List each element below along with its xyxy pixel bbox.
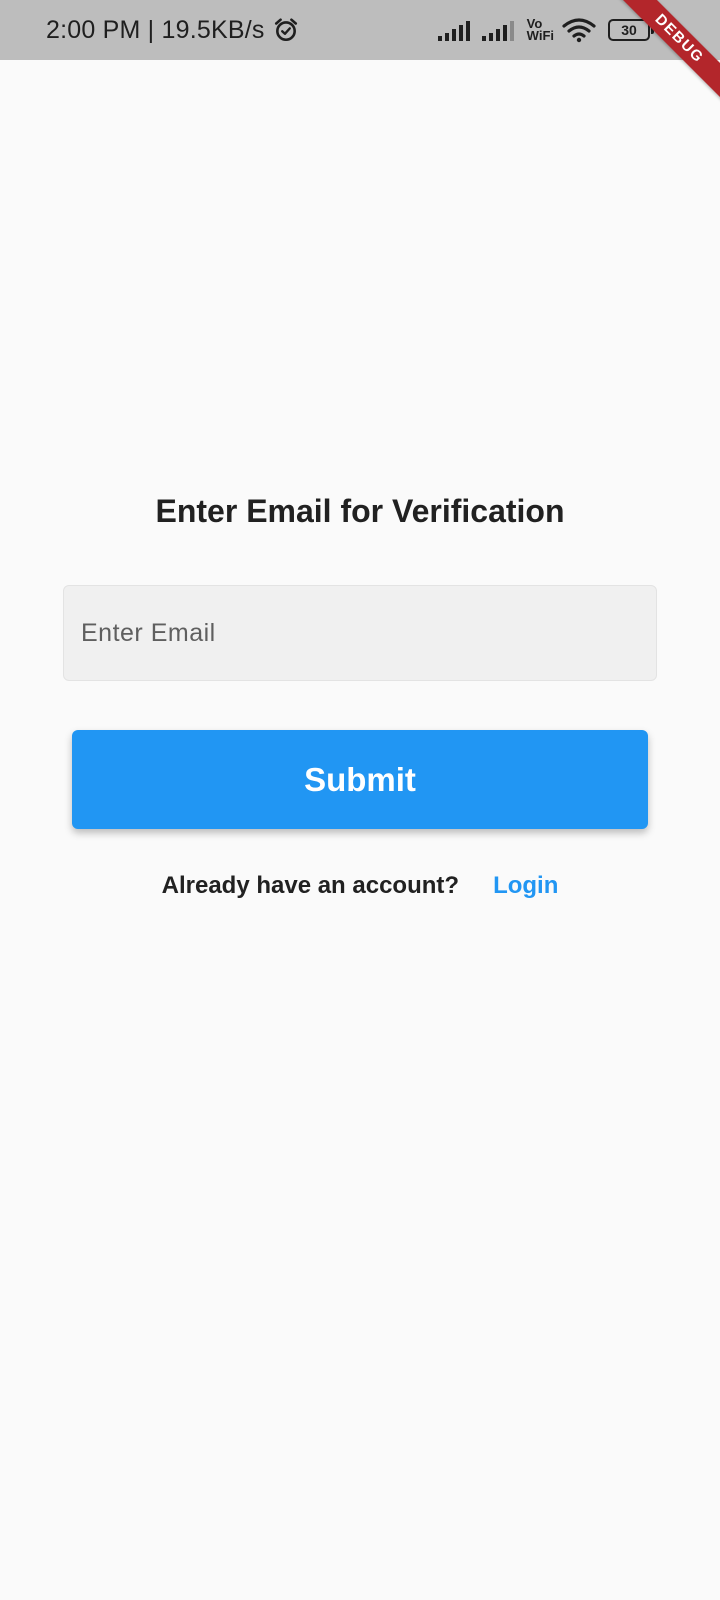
login-link[interactable]: Login [493, 872, 558, 900]
login-row: Already have an account? Login [0, 872, 720, 900]
vowifi-bottom: WiFi [526, 28, 554, 43]
login-prompt: Already have an account? [161, 872, 460, 899]
status-left-group: 2:00 PM | 19.5KB/s [46, 0, 299, 60]
status-right-group: Vo WiFi 30 [437, 0, 654, 60]
email-field[interactable] [63, 585, 657, 681]
battery-icon: 30 [608, 19, 654, 41]
status-bar: 2:00 PM | 19.5KB/s Vo WiFi 30 [0, 0, 720, 60]
vowifi-indicator: Vo WiFi [526, 17, 554, 43]
wifi-icon [562, 18, 596, 43]
page-title: Enter Email for Verification [155, 493, 565, 529]
submit-button[interactable]: Submit [72, 730, 648, 829]
battery-level: 30 [621, 22, 637, 38]
alarm-icon [274, 18, 297, 42]
signal-bars-icon [437, 21, 470, 41]
status-time-speed: 2:00 PM | 19.5KB/s [46, 15, 265, 44]
signal-bars-icon-2 [481, 21, 514, 41]
